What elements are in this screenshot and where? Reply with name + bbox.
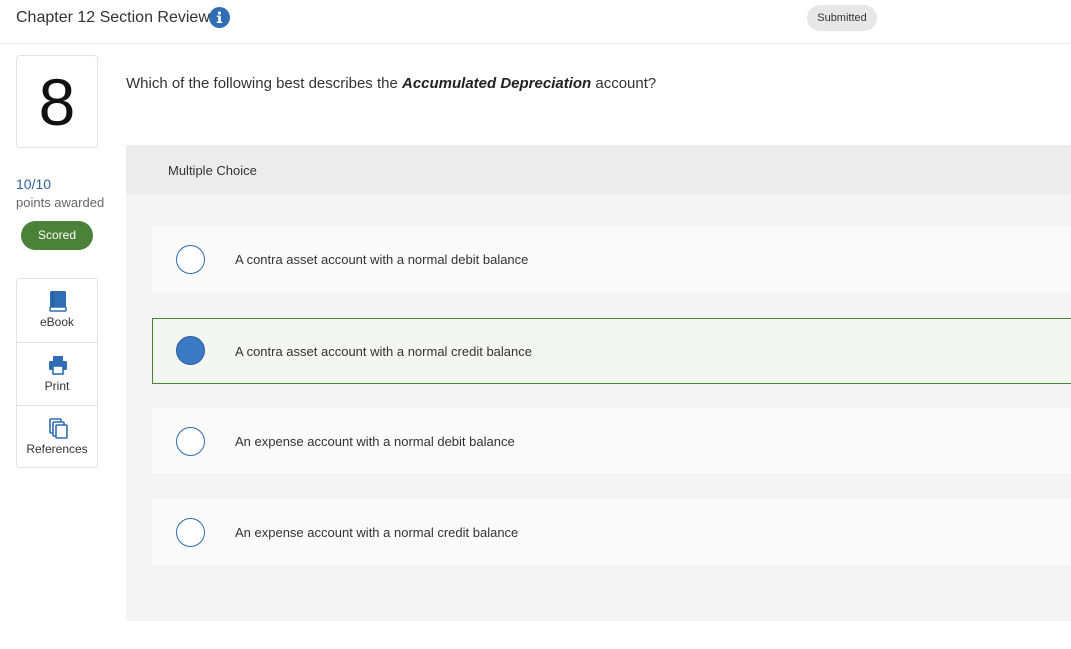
ebook-label: eBook bbox=[39, 315, 75, 329]
question-text: Which of the following best describes th… bbox=[126, 75, 657, 92]
printer-icon bbox=[47, 354, 69, 376]
answer-option-text: An expense account with a normal credit … bbox=[235, 525, 519, 540]
print-label: Print bbox=[44, 379, 70, 393]
answer-option-selected[interactable]: A contra asset account with a normal cre… bbox=[152, 318, 1071, 384]
answer-option-text: An expense account with a normal debit b… bbox=[235, 434, 515, 449]
tools-panel: eBook Print References bbox=[16, 278, 98, 468]
answer-option-text: A contra asset account with a normal deb… bbox=[235, 252, 529, 267]
multiple-choice-label: Multiple Choice bbox=[168, 163, 257, 178]
answer-option[interactable]: An expense account with a normal credit … bbox=[152, 499, 1071, 565]
references-label: References bbox=[26, 442, 88, 456]
radio-button[interactable] bbox=[176, 245, 205, 274]
points-awarded-label: points awarded bbox=[16, 195, 105, 210]
answer-option[interactable]: An expense account with a normal debit b… bbox=[152, 408, 1071, 474]
multiple-choice-panel: Multiple Choice A contra asset account w… bbox=[126, 145, 1071, 621]
question-emphasis: Accumulated Depreciation bbox=[401, 75, 592, 92]
radio-button[interactable] bbox=[176, 427, 205, 456]
top-header: Chapter 12 Section Review Submitted bbox=[0, 0, 1071, 44]
print-button[interactable]: Print bbox=[17, 342, 97, 405]
info-icon[interactable] bbox=[209, 7, 230, 28]
multiple-choice-header: Multiple Choice bbox=[126, 145, 1071, 195]
book-icon bbox=[47, 290, 69, 312]
radio-button[interactable] bbox=[176, 518, 205, 547]
assignment-title: Chapter 12 Section Review bbox=[16, 9, 210, 26]
submitted-badge: Submitted bbox=[807, 5, 877, 31]
answer-option[interactable]: A contra asset account with a normal deb… bbox=[152, 226, 1071, 292]
scored-badge: Scored bbox=[21, 221, 93, 250]
documents-icon bbox=[47, 417, 69, 439]
score-value: 10/10 bbox=[16, 176, 52, 192]
radio-button-selected[interactable] bbox=[176, 336, 205, 365]
references-button[interactable]: References bbox=[17, 405, 97, 468]
question-number: 8 bbox=[38, 65, 76, 139]
question-number-box: 8 bbox=[16, 55, 98, 148]
answer-option-text: A contra asset account with a normal cre… bbox=[235, 344, 532, 359]
ebook-button[interactable]: eBook bbox=[17, 279, 97, 342]
